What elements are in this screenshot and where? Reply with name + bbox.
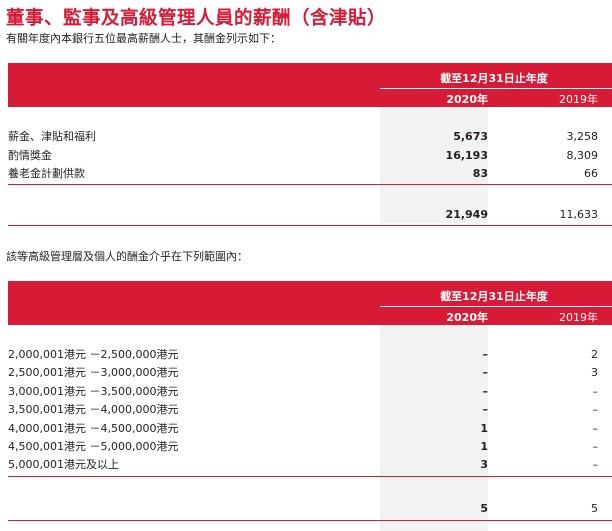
table2-row: 3,000,001港元 －3,500,000港元 – – xyxy=(8,383,612,400)
table2-row: 3,500,001港元 －4,000,000港元 – – xyxy=(8,401,612,418)
value-2019: 3,258 xyxy=(566,130,599,143)
table2-row: 5,000,001港元及以上 3 – xyxy=(8,456,612,473)
row-label: 3,500,001港元 －4,000,000港元 xyxy=(8,403,179,416)
value-2019: – xyxy=(592,440,599,453)
intro-text-1: 有關年度內本銀行五位最高薪酬人士，其酬金列示如下： xyxy=(6,32,281,45)
table1-bottom-rule xyxy=(8,225,612,226)
row-label: 4,500,001港元 －5,000,000港元 xyxy=(8,440,179,453)
row-label: 酌情獎金 xyxy=(8,149,52,162)
value-2020: 1 xyxy=(480,440,488,453)
table2-year-prior: 2019年 xyxy=(559,311,598,324)
row-label: 3,000,001港元 －3,500,000港元 xyxy=(8,385,179,398)
total-2020: 5 xyxy=(480,502,488,515)
table1-total-row: 21,949 11,633 xyxy=(8,206,612,223)
value-2020: – xyxy=(482,366,489,379)
table2-row: 4,500,001港元 －5,000,000港元 1 – xyxy=(8,438,612,455)
intro-text-2: 該等高級管理層及個人的酬金介乎在下列範圍內： xyxy=(6,250,248,263)
total-2019: 5 xyxy=(591,502,598,515)
value-2020: 5,673 xyxy=(453,130,488,143)
table2-bottom-rule xyxy=(8,520,612,521)
row-label: 養老金計劃供款 xyxy=(8,167,85,180)
table2-period-label: 截至12月31日止年度 xyxy=(440,290,548,303)
value-2019: 8,309 xyxy=(566,149,599,162)
value-2019: – xyxy=(592,385,599,398)
row-label: 薪金、津貼和福利 xyxy=(8,130,96,143)
value-2019: – xyxy=(592,422,599,435)
table2-header-rule xyxy=(380,306,612,307)
table1-year-prior: 2019年 xyxy=(559,93,598,106)
table2-header: 截至12月31日止年度 2020年 2019年 xyxy=(8,281,612,325)
table1-year-current: 2020年 xyxy=(446,93,488,106)
row-label: 5,000,001港元及以上 xyxy=(8,458,119,471)
total-2019: 11,633 xyxy=(559,208,599,221)
table1-subtotal-rule xyxy=(8,184,612,185)
value-2020: 3 xyxy=(480,458,488,471)
table2-subtotal-rule xyxy=(8,476,612,477)
row-label: 2,500,001港元 －3,000,000港元 xyxy=(8,366,179,379)
row-label: 4,000,001港元 －4,500,000港元 xyxy=(8,422,179,435)
table1-row: 酌情獎金 16,193 8,309 xyxy=(8,147,612,164)
value-2020: – xyxy=(482,348,489,361)
value-2020: 16,193 xyxy=(445,149,488,162)
table1-period-label: 截至12月31日止年度 xyxy=(440,72,548,85)
table1-header-rule xyxy=(380,88,612,89)
table1-row: 薪金、津貼和福利 5,673 3,258 xyxy=(8,128,612,145)
section-title: 董事、監事及高級管理人員的薪酬（含津貼） xyxy=(6,8,387,29)
table2-row: 2,000,001港元 －2,500,000港元 – 2 xyxy=(8,346,612,363)
table1-header: 截至12月31日止年度 2020年 2019年 xyxy=(8,63,612,107)
total-2020: 21,949 xyxy=(445,208,488,221)
value-2019: – xyxy=(592,458,599,471)
value-2019: 66 xyxy=(584,167,598,180)
value-2020: – xyxy=(482,403,489,416)
value-2020: 83 xyxy=(472,167,488,180)
value-2019: 2 xyxy=(591,348,598,361)
value-2019: – xyxy=(592,403,599,416)
table1-row: 養老金計劃供款 83 66 xyxy=(8,165,612,182)
value-2020: 1 xyxy=(480,422,488,435)
table2-year-current: 2020年 xyxy=(446,311,488,324)
value-2019: 3 xyxy=(591,366,598,379)
row-label: 2,000,001港元 －2,500,000港元 xyxy=(8,348,179,361)
table2-row: 4,000,001港元 －4,500,000港元 1 – xyxy=(8,420,612,437)
value-2020: – xyxy=(482,385,489,398)
table2-total-row: 5 5 xyxy=(8,500,612,517)
table2-row: 2,500,001港元 －3,000,000港元 – 3 xyxy=(8,364,612,381)
